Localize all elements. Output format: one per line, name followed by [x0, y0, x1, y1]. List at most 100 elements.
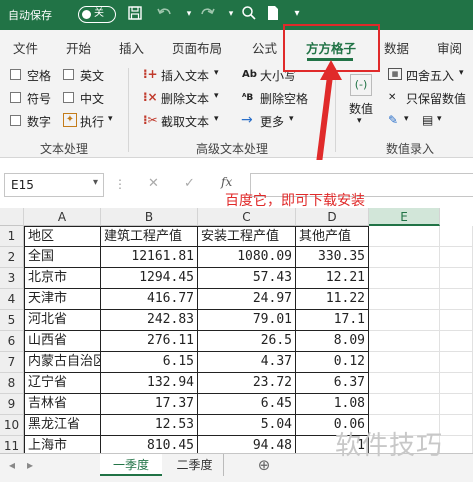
data-cell[interactable]: 辽宁省 — [24, 373, 101, 394]
more-button[interactable]: 更多 — [260, 113, 284, 130]
data-cell[interactable]: 0.12 — [296, 352, 369, 373]
sheet-tab-q1[interactable]: 一季度 — [100, 454, 162, 476]
data-cell[interactable]: 242.83 — [101, 310, 198, 331]
data-cell[interactable]: 1294.45 — [101, 268, 198, 289]
undo-dropdown-icon[interactable]: ▾ — [180, 5, 198, 23]
row-header[interactable]: 7 — [0, 352, 24, 373]
data-cell[interactable]: 河北省 — [24, 310, 101, 331]
empty-cell[interactable] — [369, 310, 440, 331]
edit-icon[interactable]: ✎ — [388, 114, 398, 126]
data-cell[interactable]: 4.37 — [198, 352, 296, 373]
data-cell[interactable]: 6.45 — [198, 394, 296, 415]
data-cell[interactable]: 上海市 — [24, 436, 101, 453]
column-header-a[interactable]: A — [24, 208, 101, 226]
execute-dropdown-icon[interactable]: ▾ — [108, 114, 113, 124]
empty-cell[interactable] — [369, 247, 440, 268]
execute-icon[interactable]: ✦ — [63, 113, 77, 127]
save-icon[interactable] — [126, 5, 144, 23]
row-header[interactable]: 10 — [0, 415, 24, 436]
tab-formulas[interactable]: 公式 — [252, 38, 277, 57]
empty-cell[interactable] — [440, 226, 473, 247]
data-cell[interactable]: 57.43 — [198, 268, 296, 289]
checkbox-number[interactable] — [10, 115, 21, 126]
empty-cell[interactable] — [440, 310, 473, 331]
row-header[interactable]: 11 — [0, 436, 24, 453]
data-cell[interactable]: 山西省 — [24, 331, 101, 352]
redo-dropdown-icon[interactable]: ▾ — [222, 5, 240, 23]
empty-cell[interactable] — [440, 268, 473, 289]
column-header-c[interactable]: C — [198, 208, 296, 226]
data-cell[interactable]: 17.37 — [101, 394, 198, 415]
data-cell[interactable]: 330.35 — [296, 247, 369, 268]
grid-icon[interactable]: ▤ — [422, 114, 433, 126]
row-header[interactable]: 6 — [0, 331, 24, 352]
sheet-grid[interactable]: A B C D E 1 地区 建筑工程产值 安装工程产值 其他产值 2 全国 12161.81 1080.… — [0, 208, 473, 453]
delete-text-button[interactable]: 删除文本 — [161, 90, 209, 107]
data-cell[interactable]: 1.08 — [296, 394, 369, 415]
row-header[interactable]: 1 — [0, 226, 24, 247]
empty-cell[interactable] — [440, 289, 473, 310]
empty-cell[interactable] — [369, 394, 440, 415]
tab-review[interactable]: 审阅 — [437, 38, 462, 57]
numeric-icon[interactable]: (-) — [350, 74, 372, 96]
redo-icon[interactable] — [198, 5, 216, 23]
row-header[interactable]: 5 — [0, 310, 24, 331]
data-cell[interactable]: 23.72 — [198, 373, 296, 394]
data-cell[interactable]: 内蒙古自治区 — [24, 352, 101, 373]
round-button[interactable]: 四舍五入 — [406, 67, 454, 84]
checkbox-space[interactable] — [10, 69, 21, 80]
prev-sheet-icon[interactable]: ◂ — [4, 454, 20, 476]
row-header[interactable]: 2 — [0, 247, 24, 268]
name-box[interactable]: E15 ▾ — [4, 173, 104, 197]
grid-dropdown-icon[interactable]: ▾ — [437, 114, 442, 124]
header-cell[interactable]: 其他产值 — [296, 226, 369, 247]
row-header[interactable]: 4 — [0, 289, 24, 310]
row-header[interactable]: 8 — [0, 373, 24, 394]
data-cell[interactable]: 132.94 — [101, 373, 198, 394]
empty-cell[interactable] — [369, 352, 440, 373]
empty-cell[interactable] — [440, 331, 473, 352]
customize-qat-icon[interactable]: ▾ — [288, 5, 306, 23]
delete-text-dropdown-icon[interactable]: ▾ — [214, 91, 219, 101]
data-cell[interactable]: 6.15 — [101, 352, 198, 373]
name-box-dropdown-icon[interactable]: ▾ — [93, 177, 98, 188]
data-cell[interactable]: 94.48 — [198, 436, 296, 453]
round-dropdown-icon[interactable]: ▾ — [459, 68, 464, 78]
data-cell[interactable]: 11.22 — [296, 289, 369, 310]
execute-button[interactable]: 执行 — [80, 113, 104, 130]
data-cell[interactable]: 1080.09 — [198, 247, 296, 268]
data-cell[interactable]: 810.45 — [101, 436, 198, 453]
search-icon[interactable] — [240, 5, 258, 23]
extract-text-dropdown-icon[interactable]: ▾ — [214, 114, 219, 124]
keep-value-button[interactable]: 只保留数值 — [406, 90, 466, 107]
undo-icon[interactable] — [156, 5, 174, 23]
empty-cell[interactable] — [440, 394, 473, 415]
tab-data[interactable]: 数据 — [384, 38, 409, 57]
extract-text-button[interactable]: 截取文本 — [161, 113, 209, 130]
data-cell[interactable]: 黑龙江省 — [24, 415, 101, 436]
tab-home[interactable]: 开始 — [66, 38, 91, 57]
column-header-e[interactable]: E — [369, 208, 440, 226]
checkbox-chinese[interactable] — [63, 92, 74, 103]
autosave-toggle[interactable]: 关 — [78, 6, 116, 23]
data-cell[interactable]: 吉林省 — [24, 394, 101, 415]
empty-cell[interactable] — [440, 352, 473, 373]
row-header[interactable]: 3 — [0, 268, 24, 289]
data-cell[interactable]: 天津市 — [24, 289, 101, 310]
data-cell[interactable]: 26.5 — [198, 331, 296, 352]
data-cell[interactable]: 北京市 — [24, 268, 101, 289]
data-cell[interactable]: 276.11 — [101, 331, 198, 352]
data-cell[interactable]: 12.53 — [101, 415, 198, 436]
numeric-dropdown-icon[interactable]: ▾ — [357, 116, 362, 126]
data-cell[interactable]: 6.37 — [296, 373, 369, 394]
data-cell[interactable]: 全国 — [24, 247, 101, 268]
data-cell[interactable]: 12161.81 — [101, 247, 198, 268]
add-sheet-icon[interactable]: ⊕ — [252, 454, 276, 476]
empty-cell[interactable] — [440, 415, 473, 436]
cancel-icon[interactable]: ✕ — [148, 176, 159, 191]
empty-cell[interactable] — [369, 226, 440, 247]
empty-cell[interactable] — [369, 289, 440, 310]
checkbox-english[interactable] — [63, 69, 74, 80]
insert-text-dropdown-icon[interactable]: ▾ — [214, 68, 219, 78]
insert-function-icon[interactable]: fx — [221, 175, 232, 189]
